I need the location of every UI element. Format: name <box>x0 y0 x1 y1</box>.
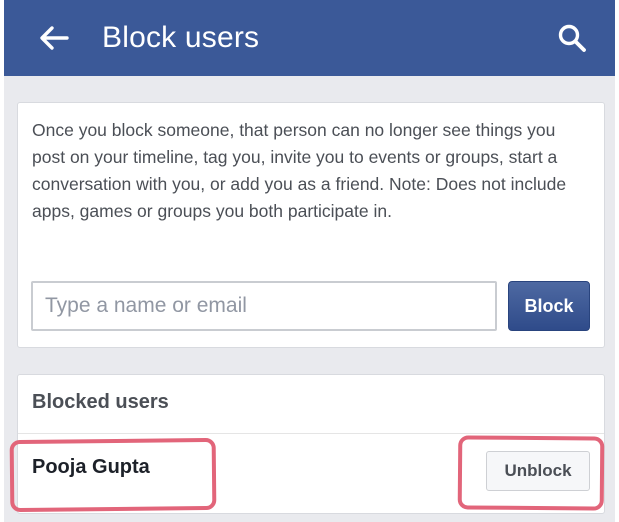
blocked-users-card: Blocked users Pooja Gupta Unblock <box>17 374 605 514</box>
blocked-users-header: Blocked users <box>32 391 169 413</box>
block-description: Once you block someone, that person can … <box>32 120 567 221</box>
top-app-bar: Block users <box>4 0 615 76</box>
name-or-email-input[interactable] <box>31 281 497 331</box>
blocked-user-row: Pooja Gupta Unblock <box>18 434 604 514</box>
unblock-button[interactable]: Unblock <box>486 451 590 491</box>
back-button[interactable] <box>36 20 72 56</box>
content-area: Once you block someone, that person can … <box>4 76 615 522</box>
arrow-left-icon <box>40 26 69 50</box>
block-button[interactable]: Block <box>508 281 590 331</box>
search-button[interactable] <box>554 20 590 56</box>
search-icon <box>558 24 586 52</box>
app-screen: Block users Once you block someone, that… <box>0 0 619 522</box>
block-info-card: Once you block someone, that person can … <box>17 102 605 348</box>
page-title: Block users <box>102 21 260 54</box>
blocked-user-name: Pooja Gupta <box>32 456 150 478</box>
